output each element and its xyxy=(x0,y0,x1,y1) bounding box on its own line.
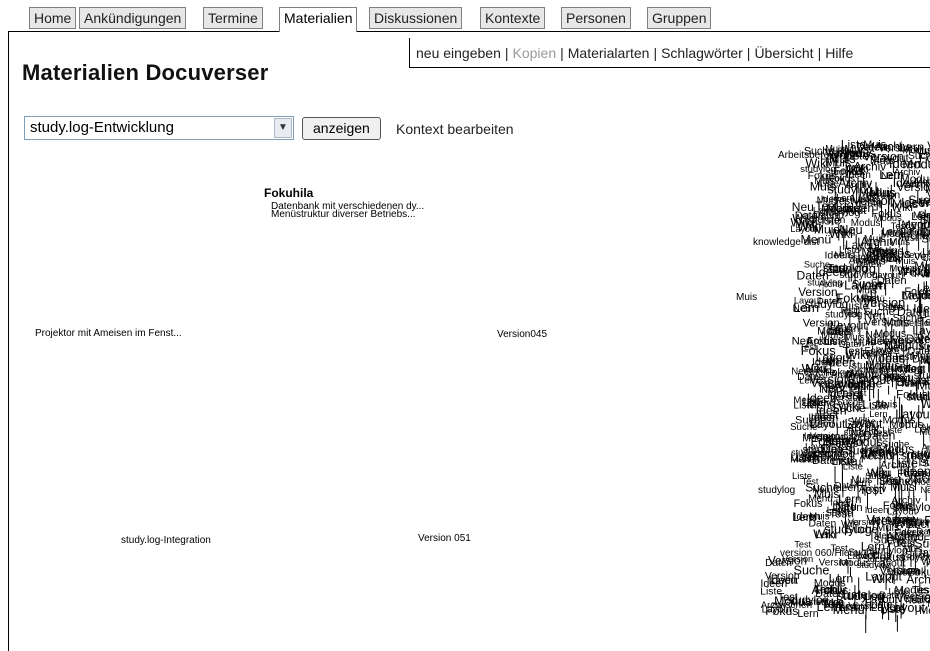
separator: | xyxy=(501,45,513,61)
link-neu-eingeben[interactable]: neu eingeben xyxy=(416,45,501,61)
separator: | xyxy=(743,45,755,61)
separator: | xyxy=(649,45,661,61)
tab-materialien[interactable]: Materialien xyxy=(279,7,357,32)
sub-navigation: neu eingeben|Kopien|Materialarten|Schlag… xyxy=(409,38,930,68)
tab-diskussionen[interactable]: Diskussionen xyxy=(369,7,462,29)
tab-home[interactable]: Home xyxy=(29,7,76,29)
separator: | xyxy=(814,45,826,61)
tab-kontexte[interactable]: Kontexte xyxy=(480,7,545,29)
context-select-value: study.log-Entwicklung xyxy=(30,119,174,136)
graph-node[interactable]: Menüstruktur diverser Betriebs... xyxy=(271,209,416,220)
link-hilfe[interactable]: Hilfe xyxy=(825,45,853,61)
context-select[interactable]: study.log-Entwicklung ▼ xyxy=(24,116,294,140)
graph-node[interactable]: study.log-Integration xyxy=(121,535,211,546)
chevron-down-icon[interactable]: ▼ xyxy=(274,118,292,138)
separator: | xyxy=(556,45,568,61)
graph-node[interactable]: Muis xyxy=(736,292,757,303)
link-materialarten[interactable]: Materialarten xyxy=(568,45,650,61)
graph-node[interactable]: Version045 xyxy=(497,329,547,340)
edit-context-link[interactable]: Kontext bearbeiten xyxy=(396,121,514,137)
graph-node[interactable]: zwischen xyxy=(771,600,812,611)
show-button[interactable]: anzeigen xyxy=(302,117,381,140)
page-title: Materialien Docuverser xyxy=(22,60,269,86)
graph-node[interactable]: Projektor mit Ameisen im Fenst... xyxy=(35,328,182,339)
graph-node[interactable]: version 060/Hiera xyxy=(780,548,858,559)
link-uebersicht[interactable]: Übersicht xyxy=(754,45,813,61)
graph-node[interactable]: studylog xyxy=(758,485,795,496)
graph-node[interactable]: Fokuhila xyxy=(264,186,313,200)
tab-ankuendigungen[interactable]: Ankündigungen xyxy=(79,7,186,29)
graph-node[interactable]: Arbeitsbereich xyxy=(778,150,842,161)
main-tab-bar: Home Ankündigungen Termine Materialien D… xyxy=(0,0,930,32)
graph-node[interactable]: knowledge dist xyxy=(753,237,819,248)
tab-personen[interactable]: Personen xyxy=(561,7,631,29)
link-schlagwoerter[interactable]: Schlagwörter xyxy=(661,45,743,61)
graph-node[interactable]: Version 051 xyxy=(418,533,471,544)
tab-termine[interactable]: Termine xyxy=(203,7,263,29)
tab-gruppen[interactable]: Gruppen xyxy=(647,7,711,29)
link-kopien[interactable]: Kopien xyxy=(513,45,557,61)
